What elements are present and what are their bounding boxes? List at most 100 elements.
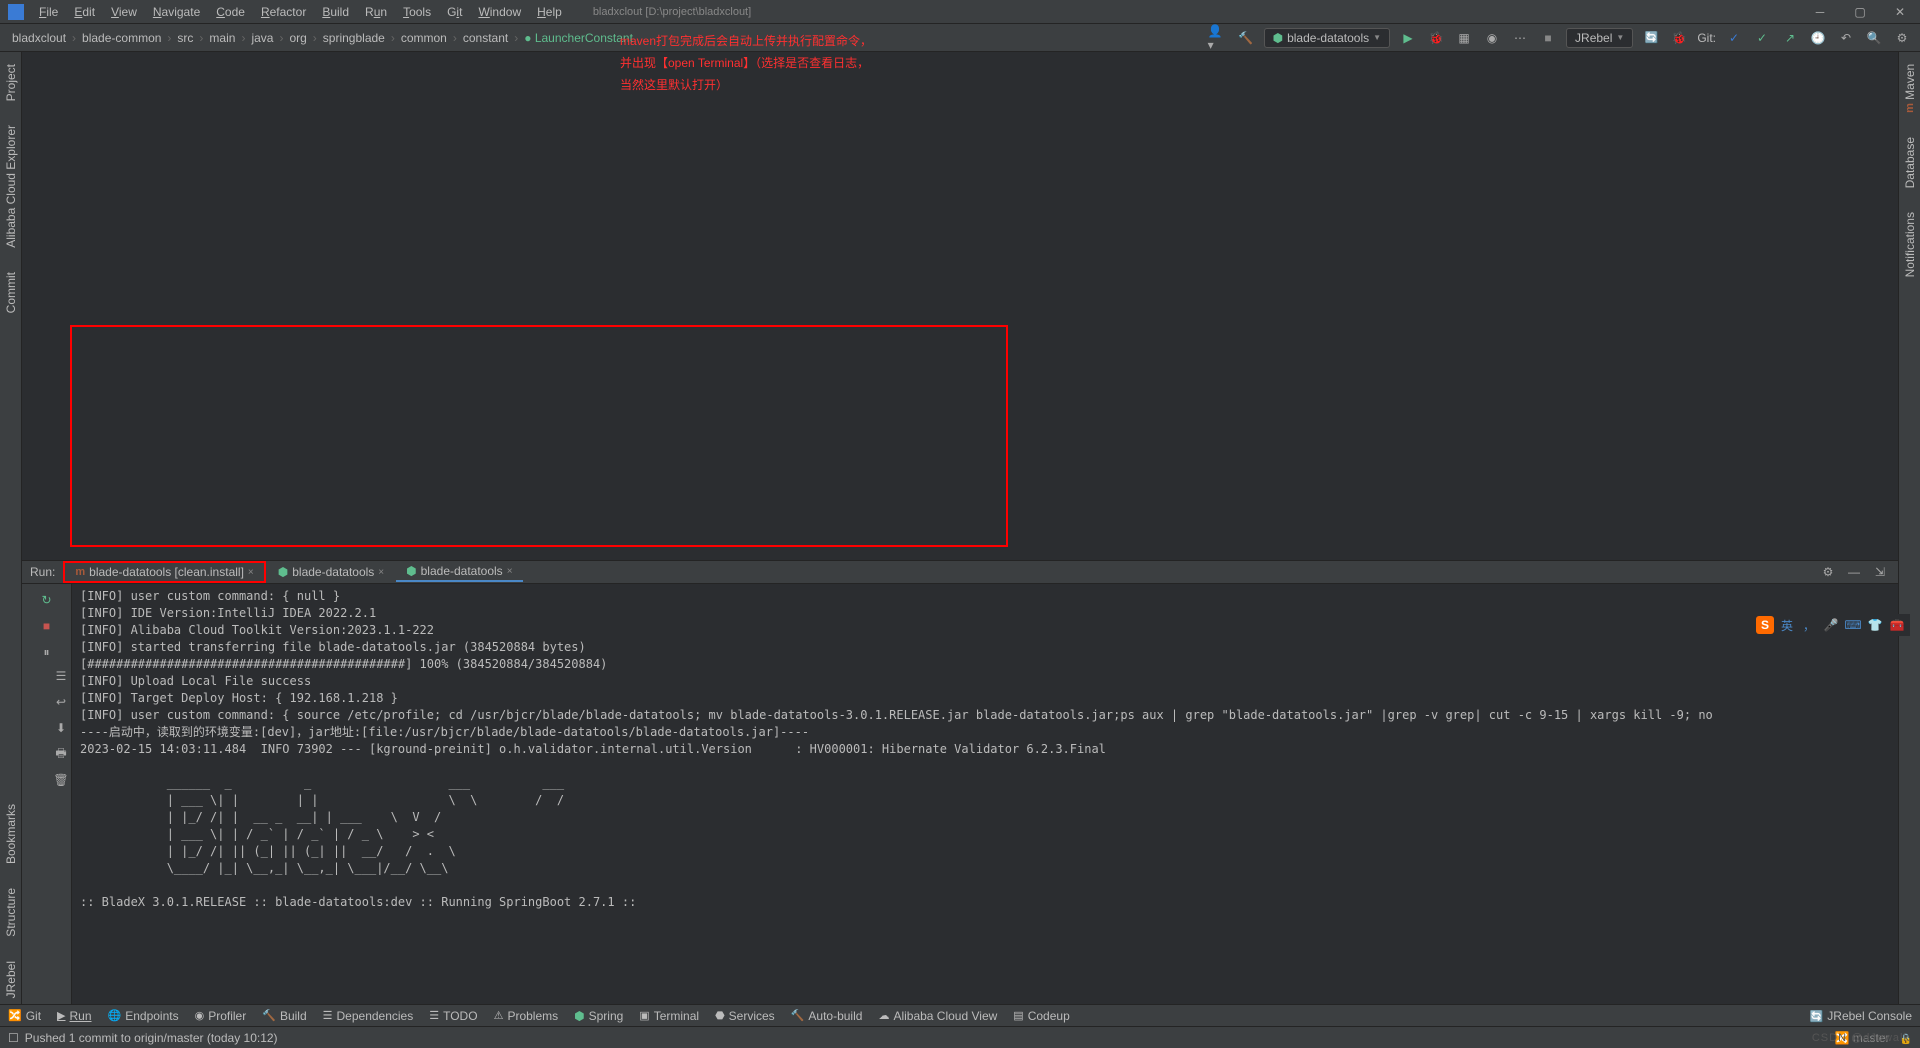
- print-icon[interactable]: 🖶: [51, 744, 71, 764]
- debug-button[interactable]: 🐞: [1426, 28, 1446, 48]
- maximize-button[interactable]: ▢: [1840, 0, 1880, 24]
- search-icon[interactable]: 🔍: [1864, 28, 1884, 48]
- menu-tools[interactable]: Tools: [396, 3, 438, 21]
- tw-endpoints[interactable]: 🌐 Endpoints: [108, 1009, 179, 1023]
- crumb[interactable]: constant: [459, 29, 512, 47]
- ime-keyboard-icon[interactable]: ⌨: [1844, 616, 1862, 634]
- menu-build[interactable]: Build: [315, 3, 356, 21]
- build-icon[interactable]: 🔨: [1236, 28, 1256, 48]
- tab-jrebel[interactable]: JRebel: [2, 955, 20, 1004]
- settings-icon[interactable]: ⚙: [1892, 28, 1912, 48]
- menu-window[interactable]: Window: [471, 3, 528, 21]
- menu-edit[interactable]: Edit: [67, 3, 102, 21]
- minimize-panel-icon[interactable]: —: [1844, 562, 1864, 582]
- ime-logo[interactable]: S: [1756, 616, 1774, 634]
- menu-code[interactable]: Code: [209, 3, 252, 21]
- scroll-icon[interactable]: ⬇: [51, 718, 71, 738]
- crumb[interactable]: src: [173, 29, 197, 47]
- tw-codeup[interactable]: ▤ Codeup: [1013, 1009, 1069, 1023]
- tw-autobuild[interactable]: 🔨 Auto-build: [791, 1009, 863, 1023]
- title-bar: File Edit View Navigate Code Refactor Bu…: [0, 0, 1920, 24]
- jrebel-icon[interactable]: [1641, 28, 1661, 48]
- jrebel-selector[interactable]: JRebel ▼: [1566, 28, 1633, 48]
- crumb[interactable]: org: [285, 29, 310, 47]
- tab-maven[interactable]: mMaven: [1901, 58, 1919, 119]
- tw-dependencies[interactable]: ☰ Dependencies: [323, 1009, 414, 1023]
- crumb[interactable]: common: [397, 29, 451, 47]
- coverage-icon[interactable]: ▦: [1454, 28, 1474, 48]
- trash-icon[interactable]: 🗑: [51, 770, 71, 790]
- git-update-icon[interactable]: ✓: [1724, 28, 1744, 48]
- rerun-icon[interactable]: ↻: [37, 590, 57, 610]
- menu-help[interactable]: Help: [530, 3, 569, 21]
- git-history-icon[interactable]: 🕘: [1808, 28, 1828, 48]
- tool-window-bar: 🔀 Git ▶ Run 🌐 Endpoints ◉ Profiler 🔨 Bui…: [0, 1004, 1920, 1026]
- run-button[interactable]: ▶: [1398, 28, 1418, 48]
- pause-icon[interactable]: ⏸: [37, 642, 57, 662]
- tab-structure[interactable]: Structure: [2, 882, 20, 943]
- tab-project[interactable]: Project: [2, 58, 20, 107]
- tw-build[interactable]: 🔨 Build: [262, 1009, 306, 1023]
- more-icon[interactable]: ⋯: [1510, 28, 1530, 48]
- menu-file[interactable]: File: [32, 3, 65, 21]
- tw-run[interactable]: ▶ Run: [57, 1009, 91, 1023]
- menu-view[interactable]: View: [104, 3, 144, 21]
- tab-commit[interactable]: Commit: [2, 266, 20, 319]
- ime-toolbox-icon[interactable]: 🧰: [1888, 616, 1906, 634]
- wrap-icon[interactable]: ↩: [51, 692, 71, 712]
- crumb[interactable]: main: [205, 29, 239, 47]
- git-commit-icon[interactable]: ✓: [1752, 28, 1772, 48]
- jrebel-debug-icon[interactable]: 🐞: [1669, 28, 1689, 48]
- close-icon[interactable]: ×: [378, 567, 384, 578]
- crumb-file[interactable]: ● LauncherConstant: [520, 29, 637, 47]
- git-rollback-icon[interactable]: ↶: [1836, 28, 1856, 48]
- hide-panel-icon[interactable]: ⇲: [1870, 562, 1890, 582]
- tw-terminal[interactable]: ▣ Terminal: [639, 1009, 699, 1023]
- close-icon[interactable]: ×: [248, 567, 254, 578]
- menu-navigate[interactable]: Navigate: [146, 3, 207, 21]
- tw-git[interactable]: 🔀 Git: [8, 1009, 41, 1023]
- run-config-selector[interactable]: ⬢blade-datatools ▼: [1264, 28, 1390, 48]
- crumb[interactable]: bladxclout: [8, 29, 70, 47]
- git-push-icon[interactable]: ↗: [1780, 28, 1800, 48]
- tw-spring[interactable]: ⬢ Spring: [574, 1009, 623, 1023]
- tw-services[interactable]: ⬣ Services: [715, 1009, 775, 1023]
- filter-icon[interactable]: ☰: [51, 666, 71, 686]
- crumb[interactable]: springblade: [319, 29, 389, 47]
- profile-icon[interactable]: ◉: [1482, 28, 1502, 48]
- tab-bookmarks[interactable]: Bookmarks: [2, 798, 20, 870]
- menu-git[interactable]: Git: [440, 3, 469, 21]
- ime-lang[interactable]: 英: [1778, 616, 1796, 634]
- maven-icon: m: [75, 566, 85, 578]
- tw-todo[interactable]: ☰ TODO: [429, 1009, 477, 1023]
- tab-notifications[interactable]: Notifications: [1901, 206, 1919, 283]
- minimize-button[interactable]: ─: [1800, 0, 1840, 24]
- close-button[interactable]: ✕: [1880, 0, 1920, 24]
- ime-skin-icon[interactable]: 👕: [1866, 616, 1884, 634]
- editor-area[interactable]: [22, 52, 1898, 560]
- stop-button[interactable]: ■: [1538, 28, 1558, 48]
- tw-jrebel-console[interactable]: JRebel Console: [1810, 1009, 1912, 1023]
- user-icon[interactable]: 👤▾: [1208, 28, 1228, 48]
- tab-alibaba-explorer[interactable]: Alibaba Cloud Explorer: [2, 119, 20, 254]
- run-tab-maven[interactable]: m blade-datatools [clean.install] ×: [63, 561, 265, 583]
- tw-profiler[interactable]: ◉ Profiler: [195, 1009, 247, 1023]
- navigation-bar: bladxclout› blade-common› src› main› jav…: [0, 24, 1920, 52]
- close-icon[interactable]: ×: [507, 566, 513, 577]
- menu-refactor[interactable]: Refactor: [254, 3, 313, 21]
- ime-mic-icon[interactable]: 🎤: [1822, 616, 1840, 634]
- crumb[interactable]: blade-common: [78, 29, 165, 47]
- ime-comma-icon[interactable]: ，: [1800, 616, 1818, 634]
- run-tab-app2[interactable]: ⬢ blade-datatools ×: [396, 562, 522, 582]
- tab-database[interactable]: Database: [1901, 131, 1919, 194]
- crumb[interactable]: java: [247, 29, 277, 47]
- run-panel-body: ↻ ■ ⏸ ☰ ↩ ⬇ 🖶 🗑 [INFO] user custom comma…: [22, 584, 1898, 1004]
- menu-run[interactable]: Run: [358, 3, 394, 21]
- stop-icon[interactable]: ■: [37, 616, 57, 636]
- tw-alibaba[interactable]: ☁ Alibaba Cloud View: [878, 1009, 997, 1023]
- gear-icon[interactable]: ⚙: [1818, 562, 1838, 582]
- tw-problems[interactable]: ⚠ Problems: [494, 1009, 559, 1023]
- run-tab-app1[interactable]: ⬢ blade-datatools ×: [268, 563, 394, 581]
- status-icon: ☐: [8, 1031, 19, 1045]
- console-output[interactable]: [INFO] user custom command: { null } [IN…: [72, 584, 1898, 1004]
